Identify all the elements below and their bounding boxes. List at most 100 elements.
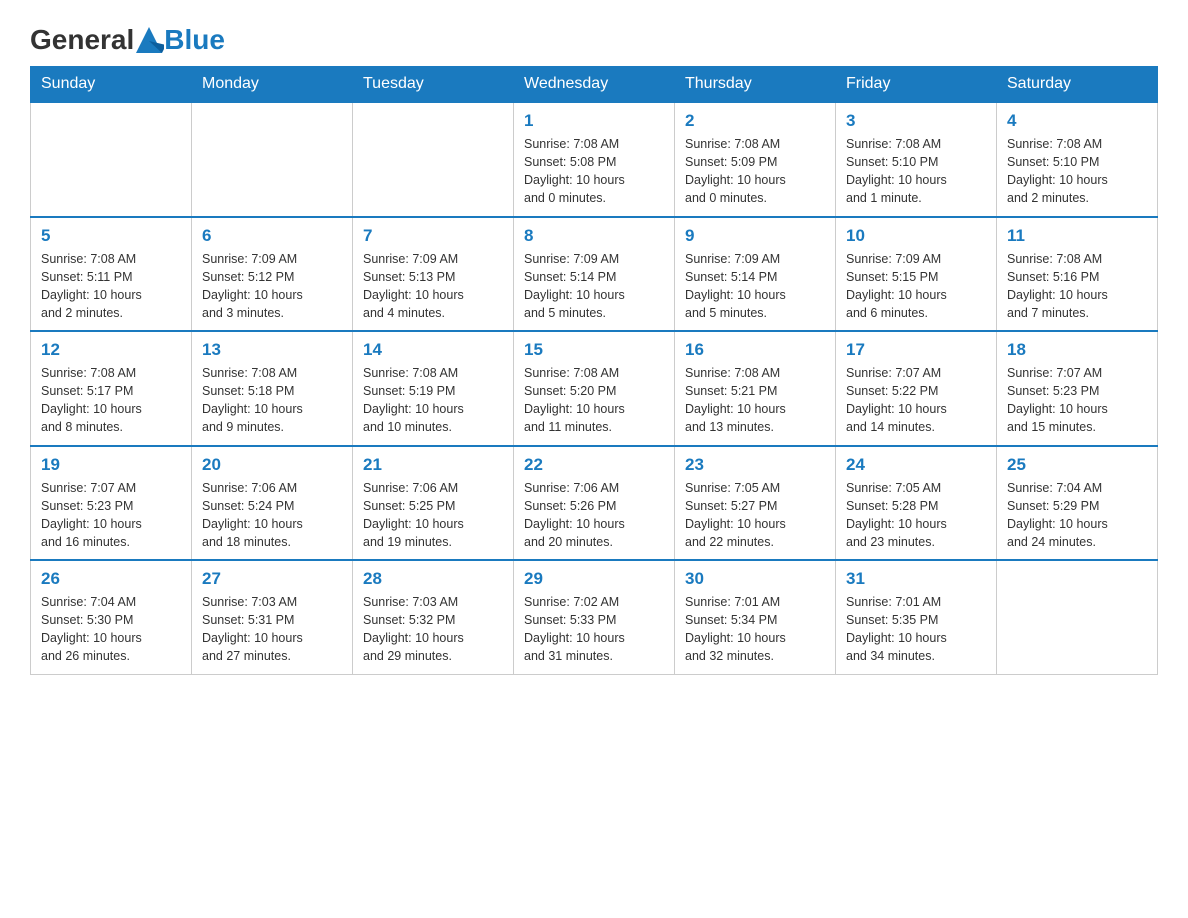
logo: GeneralBlue bbox=[30, 24, 225, 56]
day-number: 5 bbox=[41, 226, 181, 246]
calendar-cell: 20 Sunrise: 7:06 AM Sunset: 5:24 PM Dayli… bbox=[192, 446, 353, 561]
calendar-cell: 2 Sunrise: 7:08 AM Sunset: 5:09 PM Daylig… bbox=[675, 102, 836, 217]
day-number: 4 bbox=[1007, 111, 1147, 131]
day-info: Sunrise: 7:04 AM Sunset: 5:30 PM Dayligh… bbox=[41, 593, 181, 666]
day-number: 28 bbox=[363, 569, 503, 589]
day-number: 15 bbox=[524, 340, 664, 360]
day-info: Sunrise: 7:08 AM Sunset: 5:10 PM Dayligh… bbox=[1007, 135, 1147, 208]
calendar-cell: 1Sunrise: 7:08 AM Sunset: 5:08 PM Daylig… bbox=[514, 102, 675, 217]
calendar-cell bbox=[192, 102, 353, 217]
day-number: 12 bbox=[41, 340, 181, 360]
calendar-cell: 27 Sunrise: 7:03 AM Sunset: 5:31 PM Dayli… bbox=[192, 560, 353, 674]
calendar-cell bbox=[31, 102, 192, 217]
day-number: 2 bbox=[685, 111, 825, 131]
day-info: Sunrise: 7:02 AM Sunset: 5:33 PM Dayligh… bbox=[524, 593, 664, 666]
col-header-wednesday: Wednesday bbox=[514, 67, 675, 103]
logo-general-text: General bbox=[30, 24, 134, 56]
day-number: 25 bbox=[1007, 455, 1147, 475]
day-number: 7 bbox=[363, 226, 503, 246]
day-number: 23 bbox=[685, 455, 825, 475]
day-info: Sunrise: 7:08 AM Sunset: 5:21 PM Dayligh… bbox=[685, 364, 825, 437]
day-number: 26 bbox=[41, 569, 181, 589]
calendar-cell: 24Sunrise: 7:05 AM Sunset: 5:28 PM Dayli… bbox=[836, 446, 997, 561]
week-row-2: 5 Sunrise: 7:08 AM Sunset: 5:11 PM Daylig… bbox=[31, 217, 1158, 332]
day-number: 8 bbox=[524, 226, 664, 246]
calendar-cell: 12 Sunrise: 7:08 AM Sunset: 5:17 PM Dayli… bbox=[31, 331, 192, 446]
day-info: Sunrise: 7:09 AM Sunset: 5:14 PM Dayligh… bbox=[524, 250, 664, 323]
calendar-cell: 8 Sunrise: 7:09 AM Sunset: 5:14 PM Daylig… bbox=[514, 217, 675, 332]
calendar-cell: 14 Sunrise: 7:08 AM Sunset: 5:19 PM Dayli… bbox=[353, 331, 514, 446]
calendar-cell: 30 Sunrise: 7:01 AM Sunset: 5:34 PM Dayli… bbox=[675, 560, 836, 674]
day-info: Sunrise: 7:03 AM Sunset: 5:32 PM Dayligh… bbox=[363, 593, 503, 666]
day-info: Sunrise: 7:09 AM Sunset: 5:15 PM Dayligh… bbox=[846, 250, 986, 323]
day-number: 22 bbox=[524, 455, 664, 475]
day-number: 11 bbox=[1007, 226, 1147, 246]
day-info: Sunrise: 7:08 AM Sunset: 5:09 PM Dayligh… bbox=[685, 135, 825, 208]
calendar-cell: 5 Sunrise: 7:08 AM Sunset: 5:11 PM Daylig… bbox=[31, 217, 192, 332]
week-row-4: 19 Sunrise: 7:07 AM Sunset: 5:23 PM Dayli… bbox=[31, 446, 1158, 561]
day-info: Sunrise: 7:07 AM Sunset: 5:23 PM Dayligh… bbox=[1007, 364, 1147, 437]
calendar-cell: 19 Sunrise: 7:07 AM Sunset: 5:23 PM Dayli… bbox=[31, 446, 192, 561]
calendar-cell: 31Sunrise: 7:01 AM Sunset: 5:35 PM Dayli… bbox=[836, 560, 997, 674]
day-info: Sunrise: 7:04 AM Sunset: 5:29 PM Dayligh… bbox=[1007, 479, 1147, 552]
week-row-5: 26 Sunrise: 7:04 AM Sunset: 5:30 PM Dayli… bbox=[31, 560, 1158, 674]
col-header-saturday: Saturday bbox=[997, 67, 1158, 103]
day-number: 27 bbox=[202, 569, 342, 589]
day-info: Sunrise: 7:08 AM Sunset: 5:10 PM Dayligh… bbox=[846, 135, 986, 208]
day-number: 21 bbox=[363, 455, 503, 475]
calendar-cell: 22 Sunrise: 7:06 AM Sunset: 5:26 PM Dayli… bbox=[514, 446, 675, 561]
day-number: 19 bbox=[41, 455, 181, 475]
calendar-cell: 15 Sunrise: 7:08 AM Sunset: 5:20 PM Dayli… bbox=[514, 331, 675, 446]
calendar-cell: 10 Sunrise: 7:09 AM Sunset: 5:15 PM Dayli… bbox=[836, 217, 997, 332]
day-number: 13 bbox=[202, 340, 342, 360]
calendar-cell bbox=[353, 102, 514, 217]
calendar-cell: 29 Sunrise: 7:02 AM Sunset: 5:33 PM Dayli… bbox=[514, 560, 675, 674]
calendar-cell: 23Sunrise: 7:05 AM Sunset: 5:27 PM Dayli… bbox=[675, 446, 836, 561]
calendar-cell: 4 Sunrise: 7:08 AM Sunset: 5:10 PM Daylig… bbox=[997, 102, 1158, 217]
col-header-tuesday: Tuesday bbox=[353, 67, 514, 103]
day-info: Sunrise: 7:08 AM Sunset: 5:18 PM Dayligh… bbox=[202, 364, 342, 437]
calendar-cell: 7 Sunrise: 7:09 AM Sunset: 5:13 PM Daylig… bbox=[353, 217, 514, 332]
day-info: Sunrise: 7:05 AM Sunset: 5:28 PM Dayligh… bbox=[846, 479, 986, 552]
day-info: Sunrise: 7:09 AM Sunset: 5:13 PM Dayligh… bbox=[363, 250, 503, 323]
day-info: Sunrise: 7:06 AM Sunset: 5:24 PM Dayligh… bbox=[202, 479, 342, 552]
day-info: Sunrise: 7:08 AM Sunset: 5:11 PM Dayligh… bbox=[41, 250, 181, 323]
calendar-cell: 13 Sunrise: 7:08 AM Sunset: 5:18 PM Dayli… bbox=[192, 331, 353, 446]
day-number: 31 bbox=[846, 569, 986, 589]
col-header-sunday: Sunday bbox=[31, 67, 192, 103]
day-number: 16 bbox=[685, 340, 825, 360]
day-number: 30 bbox=[685, 569, 825, 589]
day-info: Sunrise: 7:08 AM Sunset: 5:16 PM Dayligh… bbox=[1007, 250, 1147, 323]
calendar-header-row: SundayMondayTuesdayWednesdayThursdayFrid… bbox=[31, 67, 1158, 103]
calendar-cell: 16 Sunrise: 7:08 AM Sunset: 5:21 PM Dayli… bbox=[675, 331, 836, 446]
col-header-monday: Monday bbox=[192, 67, 353, 103]
day-info: Sunrise: 7:03 AM Sunset: 5:31 PM Dayligh… bbox=[202, 593, 342, 666]
col-header-thursday: Thursday bbox=[675, 67, 836, 103]
calendar-cell: 3Sunrise: 7:08 AM Sunset: 5:10 PM Daylig… bbox=[836, 102, 997, 217]
calendar-cell: 21Sunrise: 7:06 AM Sunset: 5:25 PM Dayli… bbox=[353, 446, 514, 561]
week-row-3: 12 Sunrise: 7:08 AM Sunset: 5:17 PM Dayli… bbox=[31, 331, 1158, 446]
day-number: 9 bbox=[685, 226, 825, 246]
page-header: GeneralBlue bbox=[30, 24, 1158, 56]
calendar-cell: 26 Sunrise: 7:04 AM Sunset: 5:30 PM Dayli… bbox=[31, 560, 192, 674]
day-number: 14 bbox=[363, 340, 503, 360]
day-number: 20 bbox=[202, 455, 342, 475]
calendar-cell: 6Sunrise: 7:09 AM Sunset: 5:12 PM Daylig… bbox=[192, 217, 353, 332]
day-info: Sunrise: 7:01 AM Sunset: 5:34 PM Dayligh… bbox=[685, 593, 825, 666]
day-info: Sunrise: 7:06 AM Sunset: 5:26 PM Dayligh… bbox=[524, 479, 664, 552]
col-header-friday: Friday bbox=[836, 67, 997, 103]
day-info: Sunrise: 7:08 AM Sunset: 5:19 PM Dayligh… bbox=[363, 364, 503, 437]
calendar-cell bbox=[997, 560, 1158, 674]
calendar-cell: 28 Sunrise: 7:03 AM Sunset: 5:32 PM Dayli… bbox=[353, 560, 514, 674]
day-info: Sunrise: 7:08 AM Sunset: 5:20 PM Dayligh… bbox=[524, 364, 664, 437]
day-info: Sunrise: 7:07 AM Sunset: 5:23 PM Dayligh… bbox=[41, 479, 181, 552]
day-number: 29 bbox=[524, 569, 664, 589]
day-info: Sunrise: 7:08 AM Sunset: 5:17 PM Dayligh… bbox=[41, 364, 181, 437]
day-number: 10 bbox=[846, 226, 986, 246]
calendar-cell: 18 Sunrise: 7:07 AM Sunset: 5:23 PM Dayli… bbox=[997, 331, 1158, 446]
calendar-cell: 25 Sunrise: 7:04 AM Sunset: 5:29 PM Dayli… bbox=[997, 446, 1158, 561]
week-row-1: 1Sunrise: 7:08 AM Sunset: 5:08 PM Daylig… bbox=[31, 102, 1158, 217]
day-info: Sunrise: 7:07 AM Sunset: 5:22 PM Dayligh… bbox=[846, 364, 986, 437]
day-number: 18 bbox=[1007, 340, 1147, 360]
calendar-cell: 11 Sunrise: 7:08 AM Sunset: 5:16 PM Dayli… bbox=[997, 217, 1158, 332]
